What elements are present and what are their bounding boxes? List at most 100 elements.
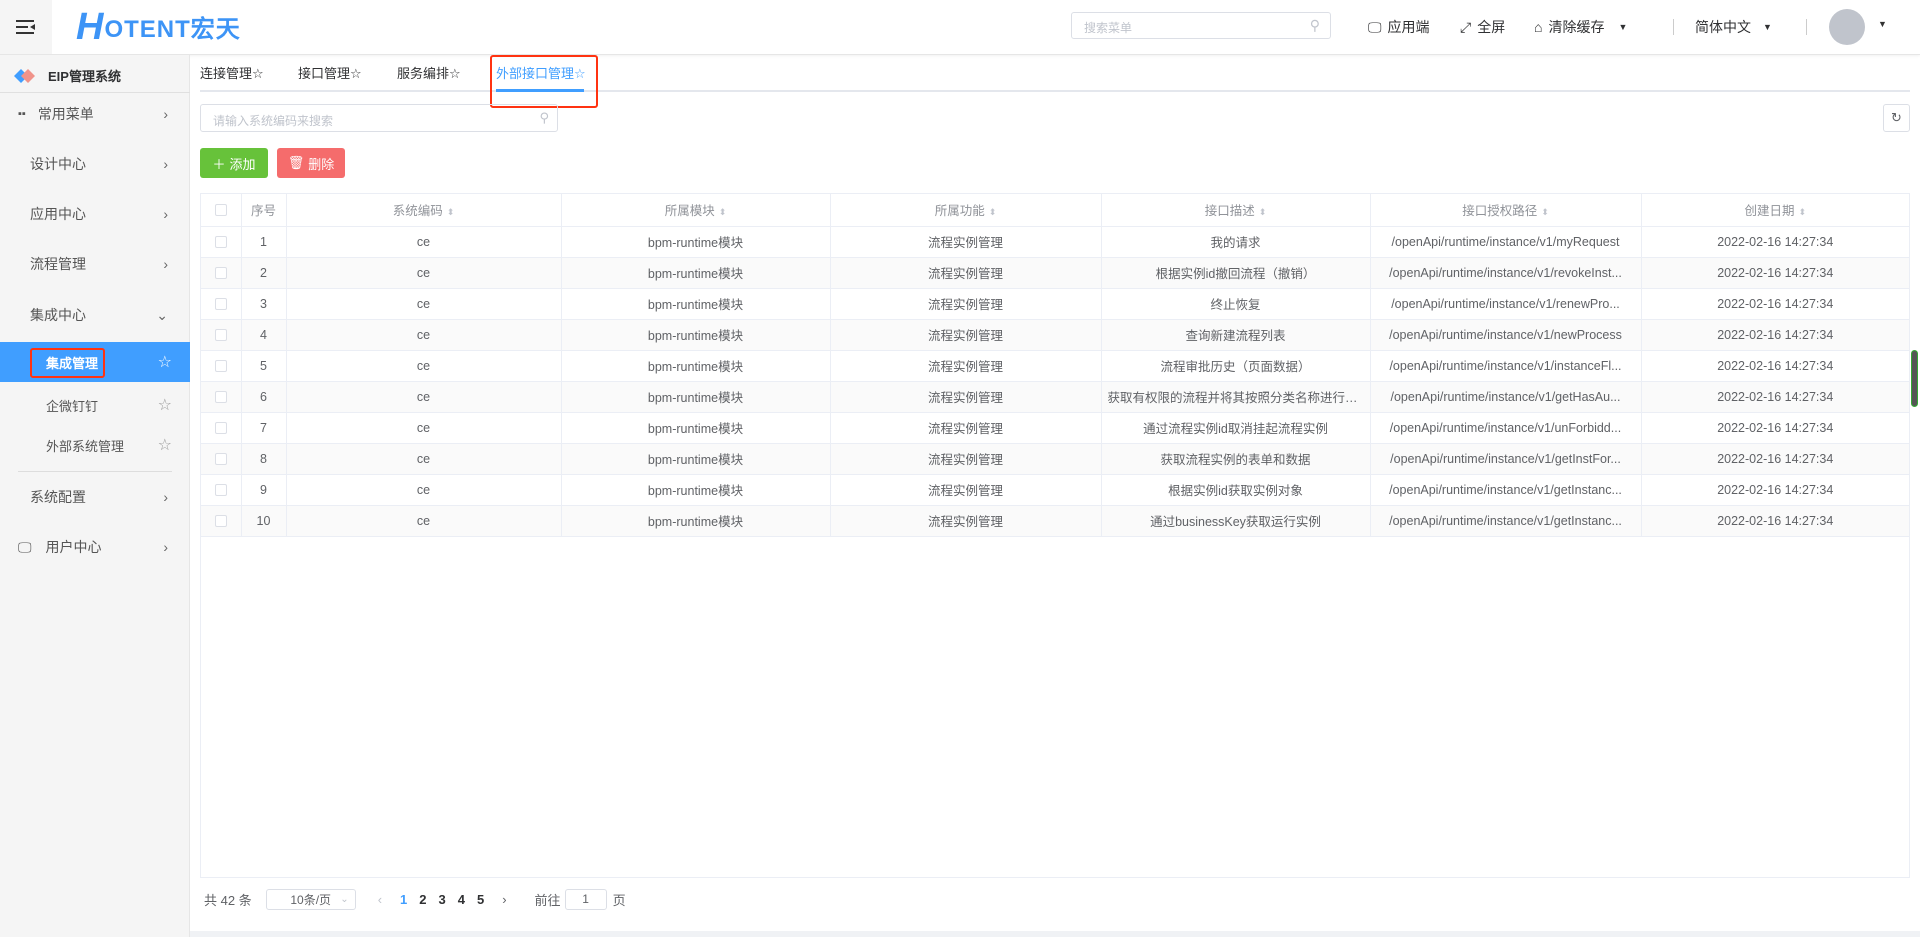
sort-icon[interactable]: ⬍: [1259, 207, 1267, 217]
sidebar-item-design-center[interactable]: 设计中心 ›: [0, 144, 190, 184]
page-size-select[interactable]: 10条/页 ⌄: [265, 888, 356, 910]
table-cell: 流程实例管理: [830, 257, 1102, 289]
row-checkbox[interactable]: [201, 412, 242, 444]
row-checkbox[interactable]: [201, 474, 242, 506]
table-cell: 流程实例管理: [830, 350, 1102, 382]
table-cell: bpm-runtime模块: [561, 226, 831, 258]
table-row[interactable]: 2 ce bpm-runtime模块 流程实例管理 根据实例id撤回流程（撤销）/ope…: [201, 257, 1909, 289]
refresh-button[interactable]: ↻: [1883, 104, 1910, 132]
pagination: 共 42 条 10条/页 ⌄ ‹ 12345 › 前往 1 页: [204, 886, 626, 912]
table-row[interactable]: 5 ce bpm-runtime模块 流程实例管理 流程审批历史（页面数据）/openA…: [201, 350, 1909, 382]
system-code-search-input[interactable]: 请输入系统编码来搜索 ⚲: [200, 104, 558, 132]
table-row[interactable]: 1 ce bpm-runtime模块 流程实例管理 我的请求/openApi/runti…: [201, 226, 1909, 258]
sidebar-item-label: 设计中心: [30, 156, 86, 172]
language-select[interactable]: 简体中文 ▼: [1695, 16, 1772, 38]
sidebar-item-process-management[interactable]: 流程管理 ›: [0, 244, 190, 284]
row-checkbox[interactable]: [201, 257, 242, 289]
table-cell: ce: [286, 319, 562, 351]
clear-cache-button[interactable]: ⌂ 清除缓存 ▼: [1534, 16, 1627, 38]
column-header[interactable]: 所属功能 ⬍: [830, 194, 1102, 227]
sidebar-item-integration-center[interactable]: 集成中心 ⌄: [0, 295, 190, 335]
row-checkbox[interactable]: [201, 226, 242, 258]
table-row[interactable]: 10 ce bpm-runtime模块 流程实例管理 通过businessKey获取运行…: [201, 505, 1909, 537]
column-header[interactable]: 接口授权路径 ⬍: [1370, 194, 1642, 227]
goto-label: 前往: [534, 892, 561, 908]
fullscreen-icon: ⤢: [1460, 18, 1472, 35]
table-row[interactable]: 3 ce bpm-runtime模块 流程实例管理 终止恢复/openApi/runti…: [201, 288, 1909, 320]
sidebar-item-external-system[interactable]: 外部系统管理 ☆: [0, 425, 190, 465]
sidebar-item-wecom-dingtalk[interactable]: 企微钉钉 ☆: [0, 385, 190, 425]
tab-connection[interactable]: 连接管理☆: [200, 63, 264, 87]
column-header[interactable]: 系统编码 ⬍: [286, 194, 562, 227]
select-all-checkbox[interactable]: [201, 194, 242, 227]
sort-icon[interactable]: ⬍: [447, 207, 455, 217]
menu-search-input[interactable]: 搜索菜单 ⚲: [1071, 12, 1331, 39]
sidebar-item-user-center[interactable]: 🖵 用户中心 ›: [0, 527, 190, 567]
star-icon[interactable]: ☆: [158, 395, 172, 415]
table-cell: bpm-runtime模块: [561, 350, 831, 382]
sort-icon[interactable]: ⬍: [1541, 207, 1549, 217]
sidebar-item-app-center[interactable]: 应用中心 ›: [0, 194, 190, 234]
caret-down-icon[interactable]: ▼: [1878, 19, 1887, 29]
page-number[interactable]: 2: [419, 892, 426, 907]
avatar[interactable]: [1829, 9, 1865, 45]
app-button[interactable]: 🖵 应用端: [1368, 16, 1430, 38]
table-row[interactable]: 6 ce bpm-runtime模块 流程实例管理 获取有权限的流程并将其按照分类名称进…: [201, 381, 1909, 413]
tab-service-orchestration[interactable]: 服务编排☆: [397, 63, 461, 87]
add-button[interactable]: ＋添加: [200, 148, 268, 178]
star-icon[interactable]: ☆: [158, 435, 172, 455]
column-header[interactable]: 接口描述 ⬍: [1101, 194, 1371, 227]
page-number[interactable]: 3: [439, 892, 446, 907]
goto-page-input[interactable]: 1: [564, 888, 607, 910]
page-size-value: 10条/页: [290, 892, 332, 907]
sort-icon[interactable]: ⬍: [1798, 207, 1806, 217]
delete-button[interactable]: 🗑 删除: [277, 148, 345, 178]
broom-icon: ⌂: [1534, 19, 1543, 35]
table-cell: 4: [241, 319, 287, 351]
table-cell: ce: [286, 350, 562, 382]
star-icon[interactable]: ☆: [158, 352, 172, 372]
row-checkbox[interactable]: [201, 319, 242, 351]
table-cell: /openApi/runtime/instance/v1/getInstanc.…: [1370, 505, 1642, 537]
page-number[interactable]: 5: [477, 892, 484, 907]
fullscreen-button[interactable]: ⤢ 全屏: [1460, 16, 1505, 38]
column-label: 接口描述: [1204, 204, 1255, 219]
next-page-button[interactable]: ›: [502, 892, 506, 907]
search-icon: ⚲: [539, 110, 549, 125]
row-checkbox[interactable]: [201, 288, 242, 320]
row-checkbox[interactable]: [201, 443, 242, 475]
column-header[interactable]: 创建日期 ⬍: [1641, 194, 1909, 227]
sidebar-item-common-menu[interactable]: ▪▪ 常用菜单 ›: [0, 94, 190, 134]
divider: [1806, 19, 1807, 35]
table-row[interactable]: 9 ce bpm-runtime模块 流程实例管理 根据实例id获取实例对象/openA…: [201, 474, 1909, 506]
page-number[interactable]: 1: [400, 892, 407, 907]
prev-page-button[interactable]: ‹: [378, 892, 382, 907]
table-row[interactable]: 4 ce bpm-runtime模块 流程实例管理 查询新建流程列表/openApi/r…: [201, 319, 1909, 351]
table-cell: /openApi/runtime/instance/v1/getInstanc.…: [1370, 474, 1642, 506]
column-label: 接口授权路径: [1462, 204, 1538, 219]
chevron-right-icon: ›: [163, 206, 168, 222]
delete-label: 删除: [308, 156, 335, 172]
column-header[interactable]: 所属模块 ⬍: [561, 194, 831, 227]
sort-icon[interactable]: ⬍: [719, 207, 727, 217]
menu-toggle-icon[interactable]: [0, 0, 52, 54]
search-icon: ⚲: [1309, 17, 1320, 33]
page-number[interactable]: 4: [458, 892, 465, 907]
row-checkbox[interactable]: [201, 505, 242, 537]
tab-interface[interactable]: 接口管理☆: [298, 63, 362, 87]
table-cell: 流程审批历史（页面数据）: [1101, 350, 1371, 382]
row-checkbox[interactable]: [201, 381, 242, 413]
monitor-icon: 🖵: [18, 538, 32, 555]
app-label: 应用端: [1387, 19, 1430, 35]
sort-icon[interactable]: ⬍: [989, 207, 997, 217]
table-row[interactable]: 8 ce bpm-runtime模块 流程实例管理 获取流程实例的表单和数据/openA…: [201, 443, 1909, 475]
sidebar-item-system-config[interactable]: 系统配置 ›: [0, 477, 190, 517]
search-placeholder: 请输入系统编码来搜索: [213, 114, 334, 128]
table-row[interactable]: 7 ce bpm-runtime模块 流程实例管理 通过流程实例id取消挂起流程实例/o…: [201, 412, 1909, 444]
scrollbar-thumb[interactable]: [1911, 350, 1918, 407]
table-cell: 获取有权限的流程并将其按照分类名称进行分...: [1101, 381, 1371, 413]
top-header: H OTENT宏天 搜索菜单 ⚲ 🖵 应用端 ⤢ 全屏 ⌂ 清除缓存 ▼ 简体中文 ▼ ▼: [0, 0, 1920, 55]
table-header: 序号 系统编码 ⬍ 所属模块 ⬍ 所属功能 ⬍ 接口描述 ⬍ 接口授权路径 ⬍ 创建日期 ⬍: [201, 194, 1909, 227]
chevron-right-icon: ›: [163, 256, 168, 272]
row-checkbox[interactable]: [201, 350, 242, 382]
